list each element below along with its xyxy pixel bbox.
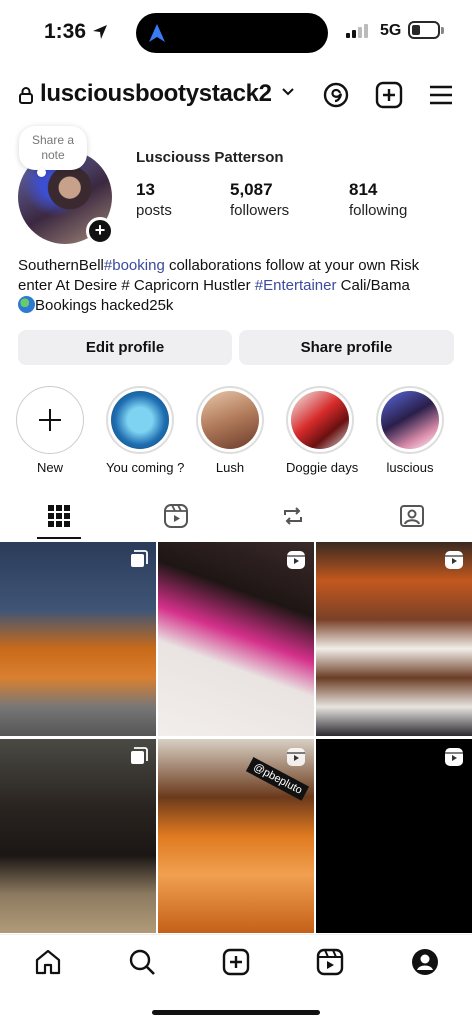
network-type: 5G <box>380 22 402 39</box>
status-bar: 1:36 5G <box>0 0 472 62</box>
carousel-icon <box>131 747 148 764</box>
post-thumbnail[interactable] <box>316 542 472 736</box>
search-icon[interactable] <box>127 947 157 977</box>
globe-icon <box>18 296 35 313</box>
create-post-icon[interactable] <box>374 80 404 110</box>
highlight-label: New <box>36 460 63 475</box>
home-icon[interactable] <box>33 947 63 977</box>
battery-icon <box>408 21 440 39</box>
hashtag-link[interactable]: #booking <box>104 257 165 274</box>
dynamic-island <box>136 13 328 53</box>
reel-icon <box>287 748 305 766</box>
highlight-item[interactable]: luscious <box>376 386 444 475</box>
highlight-item[interactable]: Lush <box>196 386 264 475</box>
bio-line-1: SouthernBell#booking collaborations foll… <box>18 257 420 274</box>
home-indicator <box>152 1010 320 1015</box>
followers-stat[interactable]: 5,087 followers <box>230 180 289 219</box>
reels-icon[interactable] <box>163 503 189 529</box>
post-thumbnail[interactable]: @pbepluto <box>158 739 314 933</box>
highlight-label: You coming ? <box>106 460 185 475</box>
threads-icon[interactable] <box>321 80 351 110</box>
profile-header: lusciousbootystack2 <box>0 74 472 114</box>
highlight-ring <box>286 386 354 454</box>
highlight-label: Lush <box>215 460 245 475</box>
reel-icon <box>445 748 463 766</box>
highlight-ring <box>196 386 264 454</box>
lock-icon <box>19 87 33 104</box>
grid-icon[interactable] <box>46 503 72 529</box>
following-stat[interactable]: 814 following <box>349 180 407 219</box>
active-tab-indicator <box>37 537 81 539</box>
highlight-ring <box>16 386 84 454</box>
profile-tabs <box>0 497 472 541</box>
add-story-icon[interactable]: + <box>86 217 114 245</box>
reel-icon <box>287 551 305 569</box>
status-time: 1:36 <box>44 20 108 44</box>
carousel-icon <box>131 550 148 567</box>
bio-line-2: enter At Desire # Capricorn Hustler #Ent… <box>18 277 410 294</box>
post-thumbnail[interactable] <box>316 739 472 933</box>
posts-grid: @pbepluto <box>0 542 472 933</box>
highlight-cover <box>381 391 439 449</box>
followers-count: 5,087 <box>230 180 273 199</box>
highlight-label: luscious <box>386 460 434 475</box>
reels-icon[interactable] <box>315 947 345 977</box>
tagged-icon[interactable] <box>399 503 425 529</box>
highlight-item[interactable]: Doggie days <box>286 386 359 475</box>
account-switcher-username[interactable]: lusciousbootystack2 <box>40 80 272 108</box>
display-name: Lusciouss Patterson <box>136 149 284 166</box>
highlight-cover <box>291 391 349 449</box>
highlight-ring <box>376 386 444 454</box>
post-thumbnail[interactable] <box>0 542 156 736</box>
share-profile-button[interactable]: Share profile <box>239 330 454 365</box>
posts-label: posts <box>136 202 172 219</box>
highlight-item[interactable]: You coming ? <box>106 386 185 475</box>
reel-icon <box>445 551 463 569</box>
menu-icon[interactable] <box>426 80 456 110</box>
location-arrow-icon <box>93 25 108 39</box>
highlight-label: Doggie days <box>286 460 359 475</box>
highlight-ring <box>106 386 174 454</box>
bio-line-3: Bookings hacked25k <box>18 296 458 316</box>
following-count: 814 <box>349 180 378 199</box>
profile-bio: SouthernBell#booking collaborations foll… <box>18 256 458 316</box>
navigation-icon <box>149 24 165 42</box>
followers-label: followers <box>230 202 290 219</box>
following-label: following <box>349 202 408 219</box>
profile-icon[interactable] <box>410 947 440 977</box>
posts-count: 13 <box>136 180 155 199</box>
hashtag-link[interactable]: #Entertainer <box>255 277 337 294</box>
cellular-signal-icon <box>346 24 368 38</box>
highlight-new[interactable]: New <box>16 386 84 475</box>
posts-stat[interactable]: 13 posts <box>136 180 172 219</box>
edit-profile-button[interactable]: Edit profile <box>18 330 232 365</box>
highlight-cover <box>111 391 169 449</box>
reposts-icon[interactable] <box>280 503 306 529</box>
share-note-bubble[interactable]: Share a note <box>19 126 87 177</box>
post-thumbnail[interactable] <box>158 542 314 736</box>
create-icon[interactable] <box>221 947 251 977</box>
highlight-cover <box>201 391 259 449</box>
plus-icon <box>39 409 61 431</box>
post-thumbnail[interactable] <box>0 739 156 933</box>
battery-tip <box>441 27 444 34</box>
chevron-down-icon[interactable] <box>281 87 295 97</box>
